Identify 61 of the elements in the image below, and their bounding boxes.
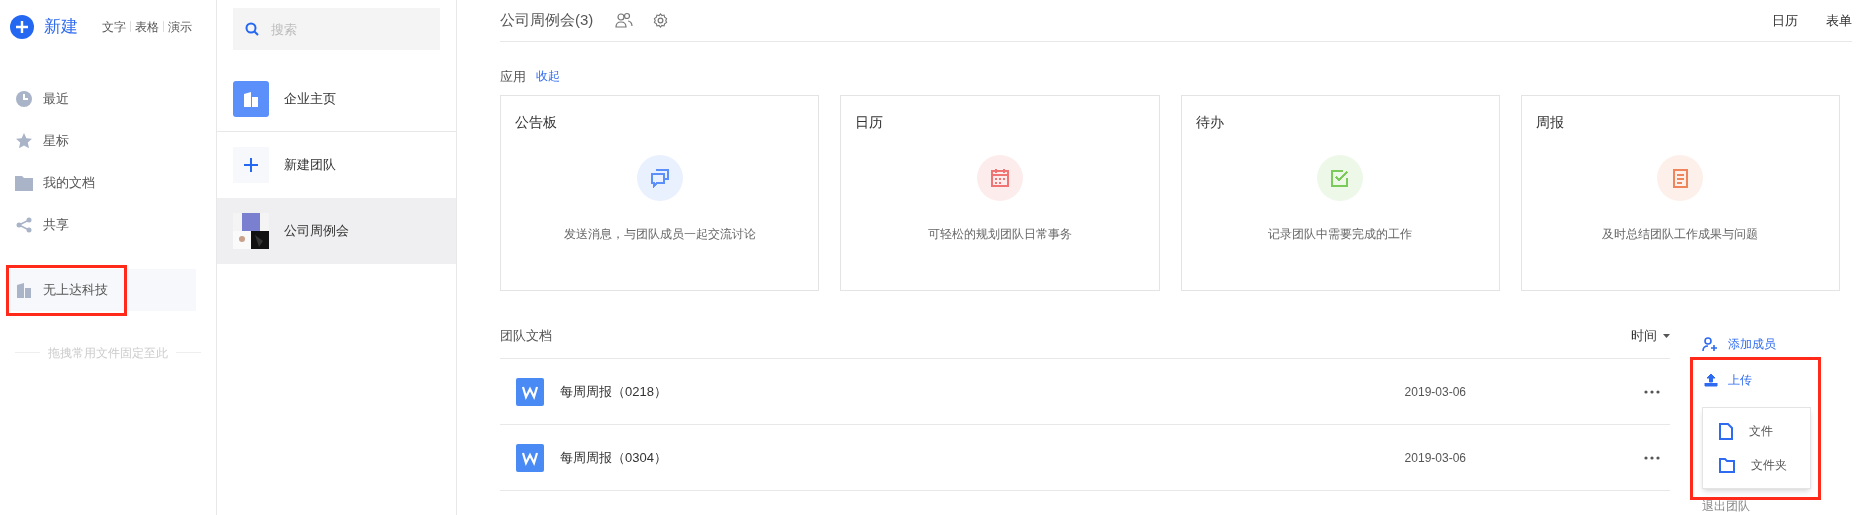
share-icon [16, 216, 32, 233]
caret-icon [1663, 333, 1670, 338]
upload-button[interactable]: 上传 [1704, 371, 1752, 389]
clock-icon [15, 89, 33, 108]
menu-item[interactable]: 文件夹 [1703, 448, 1810, 482]
word-document-icon [516, 443, 544, 472]
sort-dropdown[interactable]: 时间 [1631, 325, 1670, 346]
more-icon[interactable] [1644, 455, 1660, 460]
collapse-link[interactable]: 收起 [536, 67, 560, 86]
search-field[interactable]: 搜索 [233, 8, 440, 50]
organization-item[interactable]: 无上达科技 [10, 268, 196, 311]
section-label: 应用 [500, 67, 526, 86]
document-name[interactable]: 每周周报（0304） [560, 447, 667, 468]
star-icon [15, 131, 33, 150]
members-icon[interactable] [615, 12, 634, 29]
card-title: 日历 [855, 113, 884, 132]
folder-icon [1719, 457, 1735, 473]
menu-item[interactable]: 文件 [1703, 414, 1810, 448]
app-card[interactable]: 日历 可轻松的规划团队日常事务 [840, 95, 1160, 291]
app-card[interactable]: 公告板 发送消息，与团队成员一起交流讨论 [500, 95, 820, 291]
document-date: 2019-03-06 [1404, 449, 1466, 467]
new-type-link[interactable]: 文字 [102, 17, 126, 36]
document-name[interactable]: 每周周报（0218） [560, 381, 667, 402]
team-item[interactable]: 公司周例会 [217, 198, 456, 264]
upload-icon [1704, 373, 1718, 387]
app-card[interactable]: 周报 及时总结团队工作成果与问题 [1520, 95, 1840, 291]
view-tab[interactable]: 表单 [1826, 10, 1852, 30]
leave-team-link[interactable]: 退出团队 [1702, 497, 1750, 515]
app-card[interactable]: 待办 记录团队中需要完成的工作 [1180, 95, 1500, 291]
plus-icon [233, 147, 269, 183]
calendar-icon [988, 167, 1011, 189]
card-description: 记录团队中需要完成的工作 [1268, 226, 1413, 243]
card-title: 公告板 [515, 113, 557, 132]
document-date: 2019-03-06 [1404, 383, 1466, 401]
add-person-icon [1702, 336, 1718, 352]
file-icon [1719, 422, 1733, 440]
card-description: 可轻松的规划团队日常事务 [927, 226, 1072, 243]
section-label: 团队文档 [500, 326, 552, 345]
settings-icon[interactable] [653, 12, 669, 28]
new-type-link[interactable]: 表格 [135, 17, 159, 36]
new-type-link[interactable]: 演示 [168, 17, 192, 36]
card-description: 发送消息，与团队成员一起交流讨论 [563, 226, 756, 243]
search-icon [245, 22, 259, 36]
nav-item[interactable]: 最近 [10, 87, 206, 110]
chat-icon [648, 167, 671, 189]
team-title: 公司周例会(3) [500, 10, 594, 30]
nav-item[interactable]: 星标 [10, 129, 206, 152]
nav-item[interactable]: 我的文档 [10, 171, 206, 194]
view-tab[interactable]: 日历 [1772, 10, 1798, 30]
building-glyph-icon [243, 90, 259, 107]
building-icon [16, 281, 32, 298]
nav-item[interactable]: 共享 [10, 213, 206, 236]
more-icon[interactable] [1644, 389, 1660, 394]
new-button[interactable]: 新建 [10, 14, 78, 40]
word-document-icon [516, 377, 544, 406]
add-member-button[interactable]: 添加成员 [1702, 335, 1776, 353]
card-title: 周报 [1535, 113, 1564, 132]
card-description: 及时总结团队工作成果与问题 [1602, 226, 1759, 243]
plus-icon [10, 14, 34, 39]
card-title: 待办 [1195, 113, 1224, 132]
folder-icon [15, 174, 33, 191]
